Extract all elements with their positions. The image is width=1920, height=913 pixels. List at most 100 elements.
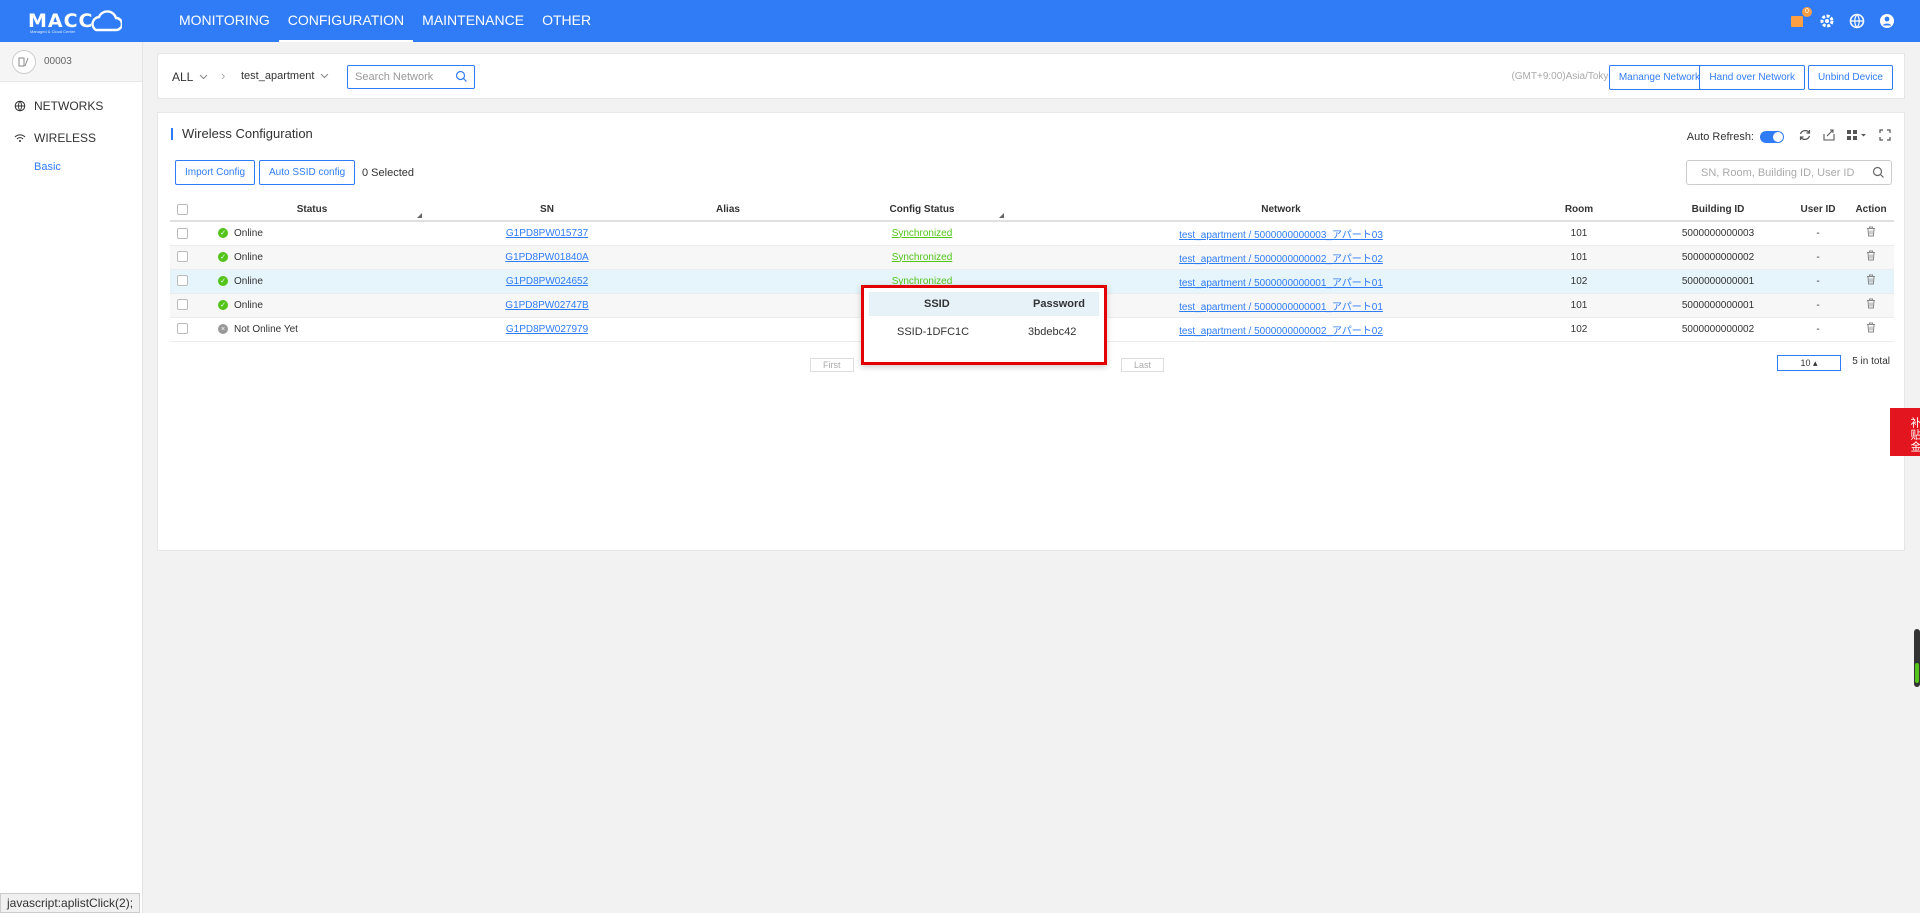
search-icon[interactable] — [1872, 166, 1885, 179]
ssid-password-popup: SSID Password SSID-1DFC1C 3bdebc42 — [861, 285, 1107, 365]
row-checkbox[interactable] — [176, 275, 188, 287]
delete-icon[interactable] — [1866, 322, 1876, 333]
delete-icon[interactable] — [1866, 298, 1876, 309]
offline-status-icon: × — [218, 324, 228, 334]
nav-other[interactable]: OTHER — [533, 0, 600, 42]
sidebar-item-wireless[interactable]: WIRELESS — [0, 122, 142, 154]
selected-count: 0 Selected — [362, 167, 414, 179]
status-cell: × Not Online Yet — [194, 317, 430, 342]
status-text: Not Online Yet — [234, 323, 298, 335]
status-cell: ✓ Online — [194, 293, 430, 318]
grid-view-icon[interactable] — [1846, 128, 1868, 142]
network-dropdown[interactable]: test_apartment — [241, 70, 329, 82]
col-sn: SN — [430, 199, 664, 222]
row-checkbox[interactable] — [176, 227, 188, 239]
config-status-link[interactable]: Synchronized — [892, 252, 953, 263]
config-status-link[interactable]: Synchronized — [892, 228, 953, 239]
delete-icon[interactable] — [1866, 226, 1876, 237]
network-link[interactable]: test_apartment / 5000000000002_アパート02 — [1179, 254, 1383, 265]
browser-status-bar: javascript:aplistClick(2); — [0, 893, 141, 913]
sort-icon[interactable] — [417, 213, 422, 218]
scope-dropdown[interactable]: ALL — [172, 70, 208, 84]
network-link[interactable]: test_apartment / 5000000000001_アパート01 — [1179, 278, 1383, 289]
page-size-select[interactable]: 10 ▴ — [1777, 355, 1841, 371]
network-link[interactable]: test_apartment / 5000000000003_アパート03 — [1179, 230, 1383, 241]
delete-icon[interactable] — [1866, 250, 1876, 261]
row-checkbox[interactable] — [176, 251, 188, 263]
room-cell: 102 — [1510, 317, 1648, 342]
status-text: Online — [234, 251, 263, 263]
fullscreen-icon[interactable] — [1878, 128, 1892, 142]
network-link[interactable]: test_apartment / 5000000000001_アパート01 — [1179, 302, 1383, 313]
col-status-label: Status — [296, 204, 328, 215]
room-cell: 101 — [1510, 221, 1648, 246]
globe-icon[interactable] — [1848, 12, 1866, 30]
sidebar-item-label: WIRELESS — [34, 131, 97, 145]
user-icon[interactable] — [1878, 12, 1896, 30]
row-select-cell — [170, 293, 194, 318]
alias-cell — [664, 221, 792, 246]
first-page-button[interactable]: First — [810, 358, 854, 372]
row-select-cell — [170, 269, 194, 294]
notification-icon[interactable]: 0 — [1788, 7, 1812, 30]
building-id-cell: 5000000000003 — [1648, 221, 1788, 246]
network-cell: test_apartment / 5000000000001_アパート01 — [1052, 293, 1510, 318]
sn-link[interactable]: G1PD8PW027979 — [506, 324, 588, 335]
wifi-icon — [14, 134, 26, 142]
row-checkbox[interactable] — [176, 299, 188, 311]
gear-icon[interactable] — [1818, 12, 1836, 30]
action-cell — [1848, 221, 1894, 246]
auto-ssid-config-button[interactable]: Auto SSID config — [259, 160, 356, 185]
row-checkbox[interactable] — [176, 323, 188, 335]
refresh-icon[interactable] — [1798, 128, 1812, 142]
network-cell: test_apartment / 5000000000001_アパート01 — [1052, 269, 1510, 294]
col-network: Network — [1052, 199, 1510, 222]
nav-configuration[interactable]: CONFIGURATION — [278, 0, 414, 42]
sn-link[interactable]: G1PD8PW02747B — [505, 300, 588, 311]
hand-over-network-button[interactable]: Hand over Network — [1699, 65, 1805, 90]
last-page-button[interactable]: Last — [1121, 358, 1165, 372]
sort-icon[interactable] — [999, 213, 1004, 218]
row-select-cell — [170, 221, 194, 246]
action-cell — [1848, 269, 1894, 294]
unbind-device-button[interactable]: Unbind Device — [1807, 65, 1893, 90]
table-row[interactable]: ✓ Online G1PD8PW01840A Synchronized test_apa… — [170, 245, 1894, 270]
table-row[interactable]: ✓ Online G1PD8PW015737 Synchronized test_apa… — [170, 221, 1894, 246]
online-status-icon: ✓ — [218, 276, 228, 286]
delete-icon[interactable] — [1866, 274, 1876, 285]
sn-link[interactable]: G1PD8PW024652 — [506, 276, 588, 287]
nav-maintenance[interactable]: MAINTENANCE — [413, 0, 533, 42]
network-search-input[interactable] — [348, 66, 448, 88]
manage-network-button[interactable]: Manange Network — [1608, 65, 1710, 90]
side-scroll-handle[interactable] — [1914, 629, 1920, 687]
export-icon[interactable] — [1822, 128, 1836, 142]
main-nav: MONITORING CONFIGURATION MAINTENANCE OTH… — [170, 0, 600, 42]
import-config-button[interactable]: Import Config — [175, 160, 256, 185]
sn-link[interactable]: G1PD8PW01840A — [505, 252, 588, 263]
sidebar-subitem-basic[interactable]: Basic — [0, 154, 142, 180]
auto-refresh-toggle[interactable] — [1760, 131, 1784, 143]
select-all-checkbox[interactable] — [176, 203, 188, 215]
table-search-input[interactable] — [1687, 161, 1867, 184]
sn-cell: G1PD8PW02747B — [430, 293, 664, 318]
action-cell — [1848, 317, 1894, 342]
status-text: Online — [234, 275, 263, 287]
subsidy-float-button[interactable]: 补贴金 — [1890, 408, 1920, 456]
col-config-status[interactable]: Config Status — [792, 199, 1052, 222]
search-icon[interactable] — [455, 70, 468, 83]
user-id-cell: - — [1788, 245, 1848, 270]
sidebar-item-networks[interactable]: NETWORKS — [0, 90, 142, 122]
nav-monitoring[interactable]: MONITORING — [170, 0, 279, 42]
status-text: Online — [234, 299, 263, 311]
network-cell: test_apartment / 5000000000002_アパート02 — [1052, 245, 1510, 270]
macc-logo[interactable]: MACC Managed & Cloud Center — [28, 8, 122, 36]
network-link[interactable]: test_apartment / 5000000000002_アパート02 — [1179, 326, 1383, 337]
tenant-selector[interactable]: 00003 — [0, 42, 142, 82]
network-cell: test_apartment / 5000000000003_アパート03 — [1052, 221, 1510, 246]
popup-ssid-header: SSID — [924, 298, 950, 310]
col-status[interactable]: Status — [194, 199, 430, 222]
sn-link[interactable]: G1PD8PW015737 — [506, 228, 588, 239]
chevron-right-icon: › — [221, 68, 226, 83]
popup-ssid-value: SSID-1DFC1C — [897, 326, 970, 338]
building-id-cell: 5000000000001 — [1648, 269, 1788, 294]
